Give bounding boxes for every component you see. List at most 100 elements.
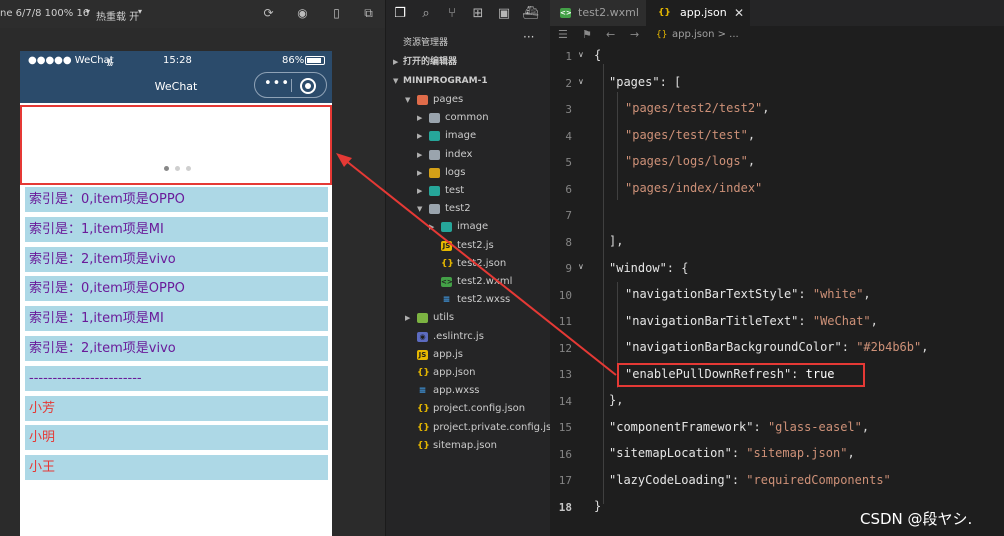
tree-item[interactable]: ▶ utils — [386, 309, 551, 327]
more-actions-icon[interactable]: ··· — [523, 30, 534, 44]
folder-icon — [417, 313, 428, 324]
tree-item[interactable]: ▶ common — [386, 109, 551, 127]
hot-reload-toggle[interactable]: 热重载 开 — [96, 8, 139, 23]
chevron-right-icon: ▶ — [417, 132, 423, 141]
tree-item[interactable]: ▼ pages — [386, 91, 551, 109]
list-item: 索引是：0,item项是OPPO — [25, 187, 328, 212]
tree-item-label: test2 — [445, 203, 471, 215]
search-icon[interactable]: ⌕ — [418, 6, 434, 22]
close-capsule-icon[interactable] — [300, 78, 316, 94]
line-number: 16 — [558, 447, 572, 461]
tree-item[interactable]: ▶ image — [386, 127, 551, 145]
chevron-right-icon: ▶ — [393, 58, 399, 66]
code-line: "window": { — [609, 261, 689, 275]
battery-icon — [305, 56, 325, 65]
code-line: "componentFramework": "glass-easel", — [609, 420, 870, 434]
tree-item[interactable]: {} project.config.json — [386, 400, 551, 418]
tree-item[interactable]: <> test2.wxml — [386, 273, 551, 291]
code-line: } — [594, 499, 602, 513]
tree-item-label: sitemap.json — [433, 439, 497, 451]
line-number: 9 — [565, 262, 572, 275]
capsule-menu[interactable]: ••• — [254, 72, 327, 98]
tree-item-label: logs — [445, 166, 466, 178]
docker-icon[interactable]: ⛴ — [522, 6, 539, 22]
json-file-icon: {} — [658, 8, 671, 18]
tree-item[interactable]: ▶ image — [386, 218, 551, 236]
code-line: "pages": [ — [609, 75, 682, 89]
swiper-banner[interactable] — [20, 105, 332, 185]
tab-app-json[interactable]: {} app.json ✕ — [646, 0, 750, 26]
fold-chevron-icon[interactable]: ∨ — [578, 50, 584, 59]
list-item: 索引是：2,item项是vivo — [25, 246, 328, 272]
bookmark-icon[interactable]: ⚑ — [582, 28, 592, 41]
js-file-icon: JS — [417, 349, 428, 360]
code-line: "pages/test2/test2", — [625, 101, 770, 115]
highlight-box — [617, 363, 865, 387]
forward-arrow-icon[interactable]: → — [630, 28, 639, 41]
breadcrumb-path[interactable]: app.json > ... — [672, 29, 739, 40]
tree-item[interactable]: ≡ test2.wxss — [386, 291, 551, 309]
tree-item[interactable]: ◉ .eslintrc.js — [386, 328, 551, 346]
tree-item[interactable]: {} project.private.config.js... — [386, 419, 561, 437]
line-number: 11 — [558, 315, 572, 328]
tab-test2-wxml[interactable]: <> test2.wxml — [550, 0, 646, 26]
line-number: 1 — [565, 50, 572, 63]
tree-item[interactable]: JS test2.js — [386, 237, 551, 255]
chevron-down-icon: ▼ — [405, 96, 411, 104]
tree-item-label: common — [445, 112, 489, 124]
stop-icon[interactable]: ◉ — [296, 7, 309, 20]
code-line: "sitemapLocation": "sitemap.json", — [609, 446, 855, 460]
source-control-icon[interactable]: ⑂ — [444, 6, 460, 22]
code-editor: <> test2.wxml {} app.json ✕ ☰ ⚑ ← → {} a… — [550, 0, 1004, 536]
project-section[interactable]: ▼ MINIPROGRAM-1 — [386, 72, 551, 90]
more-dots-icon[interactable]: ••• — [264, 76, 290, 91]
tree-item[interactable]: ▶ index — [386, 146, 551, 164]
tree-item[interactable]: ≡ app.wxss — [386, 382, 551, 400]
json-file-icon: {} — [441, 258, 454, 269]
refresh-icon[interactable]: ⟳ — [262, 7, 275, 20]
json-file-icon: {} — [656, 30, 668, 40]
wxss-file-icon: ≡ — [418, 386, 427, 397]
debug-icon[interactable]: ▣ — [496, 6, 512, 22]
tree-item[interactable]: ▶ test — [386, 182, 551, 200]
dropdown-caret-icon[interactable]: ▾ — [86, 7, 90, 16]
list-item: 索引是：2,item项是vivo — [25, 336, 328, 361]
wxml-file-icon: <> — [560, 8, 572, 18]
wxml-file-icon: <> — [441, 277, 453, 287]
phone-icon[interactable]: ▯ — [330, 7, 343, 20]
line-number: 8 — [565, 235, 572, 249]
list-icon[interactable]: ☰ — [558, 28, 568, 41]
tree-item[interactable]: {} test2.json — [386, 255, 551, 273]
code-line: ], — [609, 234, 624, 248]
fold-chevron-icon[interactable]: ∨ — [578, 77, 584, 86]
tree-item[interactable]: {} app.json — [386, 364, 551, 382]
time-label: 15:28 — [163, 55, 192, 66]
devtools-window: ne 6/7/8 100% 16 ▾ 热重载 开 ▾ ⟳ ◉ ▯ ⧉ ●●●●●… — [0, 0, 1004, 536]
breadcrumb: ☰ ⚑ ← → {} app.json > ... — [550, 26, 1004, 44]
files-icon[interactable]: ❐ — [392, 6, 408, 22]
back-arrow-icon[interactable]: ← — [606, 28, 615, 41]
close-icon[interactable]: ✕ — [734, 0, 744, 26]
tree-item[interactable]: JS app.js — [386, 346, 551, 364]
fold-chevron-icon[interactable]: ∨ — [578, 262, 584, 271]
extensions-icon[interactable]: ⊞ — [470, 6, 486, 22]
tree-item-label: test2.js — [457, 239, 494, 251]
device-info[interactable]: ne 6/7/8 100% 16 — [0, 8, 89, 19]
line-number: 12 — [558, 341, 572, 355]
folder-icon — [429, 131, 440, 142]
swiper-indicator-dot[interactable] — [186, 166, 191, 171]
open-editors-section[interactable]: ▶ 打开的编辑器 — [386, 53, 551, 71]
eslint-file-icon: ◉ — [417, 331, 428, 342]
tree-item[interactable]: {} sitemap.json — [386, 437, 551, 455]
list-item: 索引是：1,item项是MI — [25, 216, 328, 242]
chevron-right-icon: ▶ — [417, 187, 423, 195]
swiper-indicator-dot[interactable] — [164, 166, 169, 171]
code-line: }, — [609, 393, 624, 407]
code-line: "pages/test/test", — [625, 128, 756, 142]
dropdown-caret-icon[interactable]: ▾ — [138, 7, 142, 16]
swiper-indicator-dot[interactable] — [175, 166, 180, 171]
tree-item[interactable]: ▶ logs — [386, 164, 551, 182]
tree-item[interactable]: ▼ test2 — [386, 200, 551, 218]
chevron-right-icon: ▶ — [405, 314, 411, 323]
window-icon[interactable]: ⧉ — [362, 7, 375, 20]
